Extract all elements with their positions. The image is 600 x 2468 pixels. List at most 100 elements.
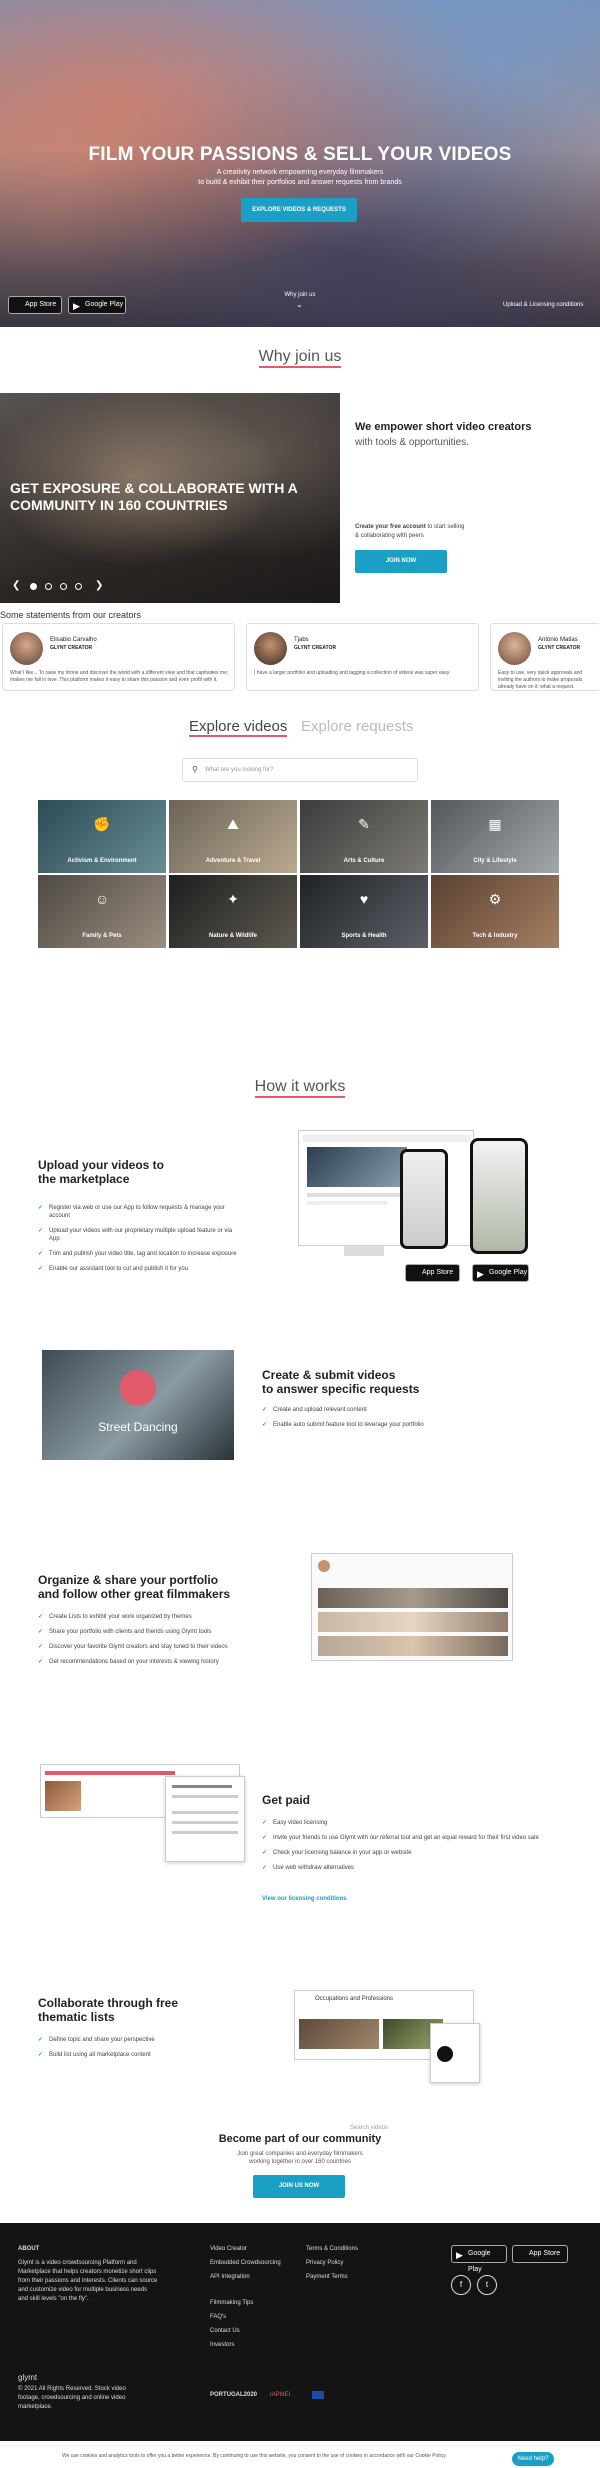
twitter-icon[interactable]: t <box>477 2275 497 2295</box>
mockup-line <box>172 1785 232 1788</box>
hero-subtitle: A creativity network empowering everyday… <box>0 168 600 188</box>
about-text: Glymt is a video crowdsourcing Platform … <box>18 2260 158 2302</box>
creator-role: GLYNT CREATOR <box>50 645 93 651</box>
explore-videos-button[interactable]: EXPLORE VIDEOS & REQUESTS <box>241 198 357 222</box>
how-it-works-title: How it works <box>0 1078 600 1098</box>
need-help-button[interactable]: Need help? <box>512 2452 554 2466</box>
step4-list: Easy video licensing Invite your friends… <box>262 1819 562 1879</box>
licensing-conditions-link[interactable]: View our licensing conditions <box>262 1896 347 1902</box>
record-icon <box>120 1370 156 1406</box>
list-item: Upload your videos with our proprietary … <box>38 1227 238 1243</box>
footer-link[interactable]: Contact Us <box>210 2327 281 2336</box>
statements-title: Some statements from our creators <box>0 610 142 620</box>
category-tile[interactable]: ♥ Sports & Health <box>300 875 428 948</box>
slider-dot[interactable] <box>30 583 37 590</box>
testimonial-card: Tjabs GLYNT CREATOR I have a larger port… <box>246 623 479 691</box>
footer-link[interactable]: Filmmaking Tips <box>210 2299 281 2308</box>
footer-link[interactable]: Embedded Crowdsourcing <box>210 2259 281 2268</box>
app-store-badge[interactable]: App Store <box>405 1264 460 1282</box>
phone-mockup <box>400 1149 448 1249</box>
step3-title-line2: and follow other great filmmakers <box>38 1587 231 1601</box>
footer-link[interactable]: API Integration <box>210 2273 281 2282</box>
mockup-video <box>307 1147 407 1187</box>
google-play-badge[interactable]: ▶ Google Play <box>68 296 126 314</box>
category-label: Activism & Environment <box>67 858 137 864</box>
empower-heading: We empower short video creators <box>355 421 532 433</box>
community-line1: Join great companies and everyday filmma… <box>237 2151 363 2157</box>
footer-link[interactable]: Payment Terms <box>306 2273 358 2282</box>
list-item: Get recommendations based on your intere… <box>38 1658 248 1666</box>
creator-role: GLYNT CREATOR <box>294 645 337 651</box>
step1-list: Register via web or use our App to follo… <box>38 1204 238 1280</box>
step5-list: Define topic and share your perspective … <box>38 2036 238 2066</box>
avatar <box>437 2046 453 2062</box>
mockup-header <box>303 1135 471 1142</box>
list-popup-mockup <box>430 2023 480 2083</box>
category-tile[interactable]: ☺ Family & Pets <box>38 875 166 948</box>
footer-link[interactable]: Video Creator <box>210 2245 281 2254</box>
footer-link[interactable]: Terms & Conditions <box>306 2245 358 2254</box>
category-tile[interactable]: ✦ Nature & Wildlife <box>169 875 297 948</box>
street-dancing-video[interactable]: Street Dancing <box>42 1350 234 1460</box>
step4-title: Get paid <box>262 1793 311 1807</box>
palette-icon: ✎ <box>358 816 370 832</box>
footer-link[interactable]: Privacy Policy <box>306 2259 358 2268</box>
search-input[interactable]: ⚲ What are you looking for? <box>182 758 418 782</box>
creator-role: GLYNT CREATOR <box>538 645 581 651</box>
list-item: Use web withdraw alternatives <box>262 1864 562 1872</box>
category-label: City & Lifestyle <box>473 858 517 864</box>
avatar <box>498 632 531 665</box>
list-item: Easy video licensing <box>262 1819 562 1827</box>
list-item: Enable auto submit feature tool to lever… <box>262 1421 482 1429</box>
list-item: Create Lists to exhibit your work organi… <box>38 1613 248 1621</box>
category-label: Family & Pets <box>82 933 122 939</box>
upload-conditions-link[interactable]: Upload & Licensing conditions <box>503 302 583 308</box>
footer-logo[interactable]: glymt <box>18 2373 37 2382</box>
app-store-badge[interactable]: App Store <box>8 296 62 314</box>
play-icon: ▶ <box>73 301 80 311</box>
category-tile[interactable]: ⛰ Adventure & Travel <box>169 800 297 873</box>
why-join-link[interactable]: Why join us <box>270 292 330 298</box>
mockup-line <box>307 1201 387 1205</box>
slider-dot[interactable] <box>45 583 52 590</box>
google-play-badge[interactable]: ▶ Google Play <box>472 1264 529 1282</box>
portfolio-mockup <box>311 1553 513 1661</box>
category-tile[interactable]: ⚙ Tech & Industry <box>431 875 559 948</box>
search-hint[interactable]: Search videos <box>350 2125 388 2131</box>
category-label: Tech & Industry <box>472 933 518 939</box>
step5-title: Collaborate through free thematic lists <box>38 1996 178 2024</box>
free-account-rest: to start selling <box>425 524 465 530</box>
step5-title-line2: thematic lists <box>38 2010 115 2024</box>
testimonial-card: António Matias GLYNT CREATOR Easy to use… <box>490 623 600 691</box>
slider-next-icon[interactable]: ❯ <box>95 580 103 591</box>
tab-explore-videos[interactable]: Explore videos <box>189 718 288 737</box>
list-item: Discover your favorite Glymt creators an… <box>38 1643 248 1651</box>
category-tile[interactable]: ✊ Activism & Environment <box>38 800 166 873</box>
facebook-icon[interactable]: f <box>451 2275 471 2295</box>
tab-explore-requests[interactable]: Explore requests <box>301 718 414 735</box>
google-play-label: Google Play <box>489 1269 528 1276</box>
category-label: Adventure & Travel <box>205 858 261 864</box>
arrow-down-icon[interactable]: ⌄ <box>296 300 303 309</box>
about-title: ABOUT <box>18 2246 40 2252</box>
slider-dot[interactable] <box>60 583 67 590</box>
join-us-button[interactable]: JOIN US NOW <box>253 2175 345 2198</box>
mockup-line <box>172 1811 238 1814</box>
category-tile[interactable]: ▦ City & Lifestyle <box>431 800 559 873</box>
footer-link[interactable]: FAQ's <box>210 2313 281 2322</box>
footer-link[interactable]: Investors <box>210 2341 281 2350</box>
city-icon: ▦ <box>488 816 502 832</box>
join-now-button[interactable]: JOIN NOW <box>355 550 447 573</box>
app-store-badge[interactable]: App Store <box>512 2245 568 2263</box>
app-store-label: App Store <box>529 2250 561 2257</box>
category-tile[interactable]: ✎ Arts & Culture <box>300 800 428 873</box>
activism-icon: ✊ <box>93 816 111 832</box>
why-join-section: Why join us <box>0 327 600 393</box>
slider-dot[interactable] <box>75 583 82 590</box>
slider-prev-icon[interactable]: ❮ <box>12 580 20 591</box>
google-play-badge[interactable]: ▶ Google Play <box>451 2245 507 2273</box>
hero-subtitle-line2: to build & exhibit their portfolios and … <box>198 179 402 186</box>
feature-slider: GET EXPOSURE & COLLABORATE WITH A COMMUN… <box>0 393 600 603</box>
bird-icon: ✦ <box>227 891 239 907</box>
